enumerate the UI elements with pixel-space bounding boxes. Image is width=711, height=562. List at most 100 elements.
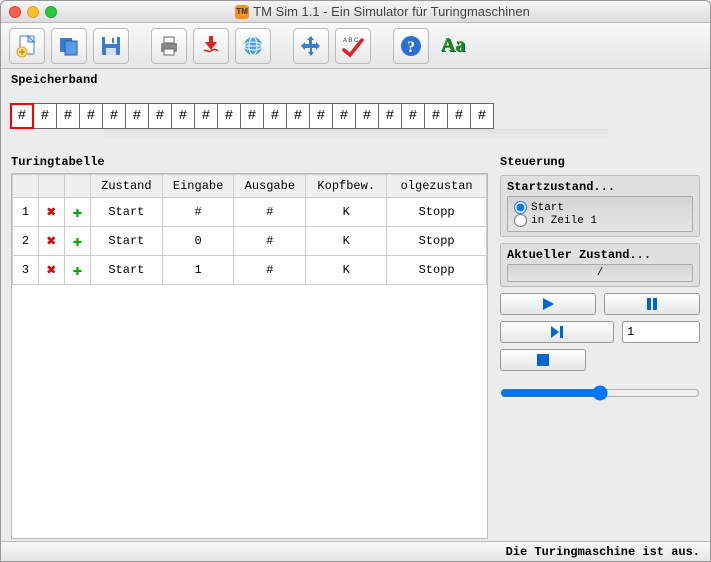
cell-ausgabe[interactable]: #	[234, 227, 306, 256]
svg-text:?: ?	[407, 39, 415, 56]
cell-kopfbew[interactable]: K	[306, 227, 387, 256]
print-button[interactable]	[151, 28, 187, 64]
cell-zustand[interactable]: Start	[91, 227, 163, 256]
table-header: Ausgabe	[234, 175, 306, 198]
table-header	[65, 175, 91, 198]
help-button[interactable]: ?	[393, 28, 429, 64]
delete-row-button[interactable]: ✖	[39, 227, 65, 256]
start-state-options: Start in Zeile 1	[507, 196, 693, 232]
play-button[interactable]	[500, 293, 596, 315]
cell-folgezustand[interactable]: Stopp	[387, 227, 487, 256]
add-row-button[interactable]: ✚	[65, 227, 91, 256]
stop-button[interactable]	[500, 349, 586, 371]
start-option-b-label: in Zeile 1	[531, 215, 597, 227]
start-radio-start[interactable]	[514, 201, 527, 214]
toolbar: A B C ? Aa	[1, 23, 710, 69]
tape-cell[interactable]: #	[401, 103, 425, 129]
cell-eingabe[interactable]: #	[162, 198, 234, 227]
tape-cell[interactable]: #	[10, 103, 34, 129]
add-row-button[interactable]: ✚	[65, 198, 91, 227]
step-count-input[interactable]	[622, 321, 700, 343]
row-number: 1	[13, 198, 39, 227]
delete-icon: ✖	[47, 204, 57, 222]
tape-cell[interactable]: #	[424, 103, 448, 129]
pause-icon	[645, 297, 659, 311]
print-icon	[157, 34, 181, 58]
start-radio-row1[interactable]	[514, 214, 527, 227]
start-option-a-label: Start	[531, 202, 564, 214]
tape-cell[interactable]: #	[33, 103, 57, 129]
status-text: Die Turingmaschine ist aus.	[506, 545, 700, 559]
tape-cell[interactable]: #	[470, 103, 494, 129]
app-badge-icon: TM	[235, 5, 249, 19]
step-icon	[549, 325, 565, 339]
add-icon: ✚	[73, 204, 83, 222]
open-button[interactable]	[51, 28, 87, 64]
new-file-icon	[15, 34, 39, 58]
tape-cell[interactable]: #	[194, 103, 218, 129]
tape-cell[interactable]: #	[217, 103, 241, 129]
new-button[interactable]	[9, 28, 45, 64]
tape-cell[interactable]: #	[79, 103, 103, 129]
window-close-button[interactable]	[9, 6, 21, 18]
delete-row-button[interactable]: ✖	[39, 198, 65, 227]
step-button[interactable]	[500, 321, 614, 343]
current-state-label: Aktueller Zustand...	[507, 248, 693, 262]
add-row-button[interactable]: ✚	[65, 256, 91, 285]
table-header: olgezustan	[387, 175, 487, 198]
pdf-button[interactable]	[193, 28, 229, 64]
delete-row-button[interactable]: ✖	[39, 256, 65, 285]
current-state-value: /	[507, 264, 693, 282]
stop-icon	[537, 354, 549, 366]
pause-button[interactable]	[604, 293, 700, 315]
speed-slider[interactable]	[500, 385, 700, 401]
current-state-group: Aktueller Zustand... /	[500, 243, 700, 287]
tape-cell[interactable]: #	[332, 103, 356, 129]
tape-cell[interactable]: #	[56, 103, 80, 129]
table-header: Kopfbew.	[306, 175, 387, 198]
tape-section-label: Speicherband	[11, 73, 700, 87]
delete-icon: ✖	[47, 262, 57, 280]
table-header	[39, 175, 65, 198]
tape-cell[interactable]: #	[171, 103, 195, 129]
table-row: 3✖✚Start1#KStopp	[13, 256, 487, 285]
tape-cell[interactable]: #	[148, 103, 172, 129]
tape-cell[interactable]: #	[240, 103, 264, 129]
table-header	[13, 175, 39, 198]
tape-cell[interactable]: #	[309, 103, 333, 129]
tape-cell[interactable]: #	[355, 103, 379, 129]
font-button[interactable]: Aa	[435, 28, 471, 64]
tape-cell[interactable]: #	[378, 103, 402, 129]
tape-cell[interactable]: #	[125, 103, 149, 129]
cell-kopfbew[interactable]: K	[306, 198, 387, 227]
cell-kopfbew[interactable]: K	[306, 256, 387, 285]
cell-zustand[interactable]: Start	[91, 198, 163, 227]
tape-cell[interactable]: #	[286, 103, 310, 129]
web-icon	[241, 34, 265, 58]
cell-zustand[interactable]: Start	[91, 256, 163, 285]
cell-ausgabe[interactable]: #	[234, 256, 306, 285]
web-button[interactable]	[235, 28, 271, 64]
start-state-label: Startzustand...	[507, 180, 693, 194]
cell-eingabe[interactable]: 1	[162, 256, 234, 285]
cell-eingabe[interactable]: 0	[162, 227, 234, 256]
check-button[interactable]: A B C	[335, 28, 371, 64]
save-button[interactable]	[93, 28, 129, 64]
table-header: Eingabe	[162, 175, 234, 198]
cell-ausgabe[interactable]: #	[234, 198, 306, 227]
table-row: 2✖✚Start0#KStopp	[13, 227, 487, 256]
cell-folgezustand[interactable]: Stopp	[387, 198, 487, 227]
tape-cell[interactable]: #	[263, 103, 287, 129]
tape-cell[interactable]: #	[102, 103, 126, 129]
tape-shadow	[104, 129, 608, 139]
delete-icon: ✖	[47, 233, 57, 251]
window-minimize-button[interactable]	[27, 6, 39, 18]
save-icon	[99, 34, 123, 58]
cell-folgezustand[interactable]: Stopp	[387, 256, 487, 285]
font-icon: Aa	[441, 34, 465, 57]
move-button[interactable]	[293, 28, 329, 64]
table-section-label: Turingtabelle	[11, 155, 488, 169]
window-maximize-button[interactable]	[45, 6, 57, 18]
status-bar: Die Turingmaschine ist aus.	[1, 541, 710, 561]
tape-cell[interactable]: #	[447, 103, 471, 129]
